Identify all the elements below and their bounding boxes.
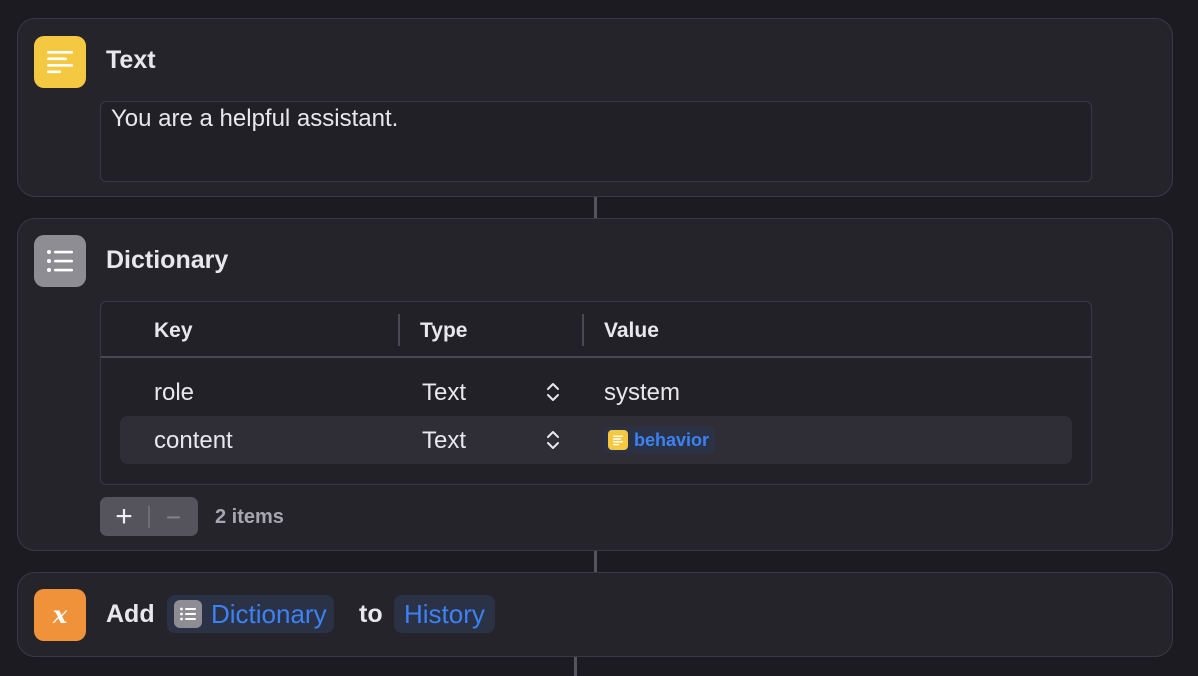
add-remove-control: + − xyxy=(100,497,198,536)
item-count-label: 2 items xyxy=(215,506,284,528)
preposition-label: to xyxy=(359,600,383,628)
header-divider xyxy=(101,356,1091,358)
text-action-card[interactable]: Text You are a helpful assistant. xyxy=(17,18,1173,197)
chevron-up-down-icon[interactable] xyxy=(544,428,562,452)
plus-icon: + xyxy=(115,499,133,533)
variable-name-token[interactable]: History xyxy=(394,595,495,633)
text-lines-icon xyxy=(608,430,628,450)
column-resize-handle[interactable] xyxy=(398,314,400,346)
variable-token-label: History xyxy=(404,598,485,629)
dictionary-action-title: Dictionary xyxy=(106,246,229,274)
remove-item-button[interactable]: − xyxy=(150,497,198,536)
variable-token-behavior[interactable]: behavior xyxy=(604,427,716,453)
add-item-button[interactable]: + xyxy=(100,497,148,536)
table-row[interactable]: content Text behavior xyxy=(120,416,1072,464)
row-type-field[interactable]: Text xyxy=(422,427,466,455)
dictionary-action-card[interactable]: Dictionary Key Type Value role Text syst… xyxy=(17,218,1173,551)
text-content-field[interactable]: You are a helpful assistant. xyxy=(100,101,1092,182)
flow-connector xyxy=(594,551,597,573)
text-action-icon xyxy=(34,36,86,88)
flow-connector xyxy=(574,657,577,676)
column-header-type[interactable]: Type xyxy=(420,319,467,343)
input-parameter-token[interactable]: Dictionary xyxy=(167,595,334,633)
svg-text:x: x xyxy=(52,600,68,629)
list-icon xyxy=(174,600,202,628)
column-header-value[interactable]: Value xyxy=(604,319,659,343)
minus-icon: − xyxy=(165,501,182,532)
dictionary-action-icon xyxy=(34,235,86,287)
row-key-field[interactable]: role xyxy=(154,379,194,407)
table-row[interactable]: role Text system xyxy=(120,368,1072,416)
variable-x-icon: x xyxy=(52,600,68,629)
input-token-label: Dictionary xyxy=(211,598,327,629)
column-resize-handle[interactable] xyxy=(582,314,584,346)
row-type-field[interactable]: Text xyxy=(422,379,466,407)
dictionary-table: Key Type Value role Text system content … xyxy=(100,301,1092,485)
row-key-field[interactable]: content xyxy=(154,427,233,455)
action-verb-label: Add xyxy=(106,600,155,628)
text-action-title: Text xyxy=(106,46,156,74)
flow-connector xyxy=(594,197,597,219)
add-to-variable-action-icon: x xyxy=(34,589,86,641)
row-value-field[interactable]: system xyxy=(604,379,680,407)
list-icon xyxy=(47,250,73,272)
column-header-key[interactable]: Key xyxy=(154,319,193,343)
add-to-variable-action-card[interactable]: x Add Dictionary to History xyxy=(17,572,1173,657)
variable-token-label: behavior xyxy=(634,429,710,450)
text-lines-icon xyxy=(47,51,73,74)
chevron-up-down-icon[interactable] xyxy=(544,380,562,404)
